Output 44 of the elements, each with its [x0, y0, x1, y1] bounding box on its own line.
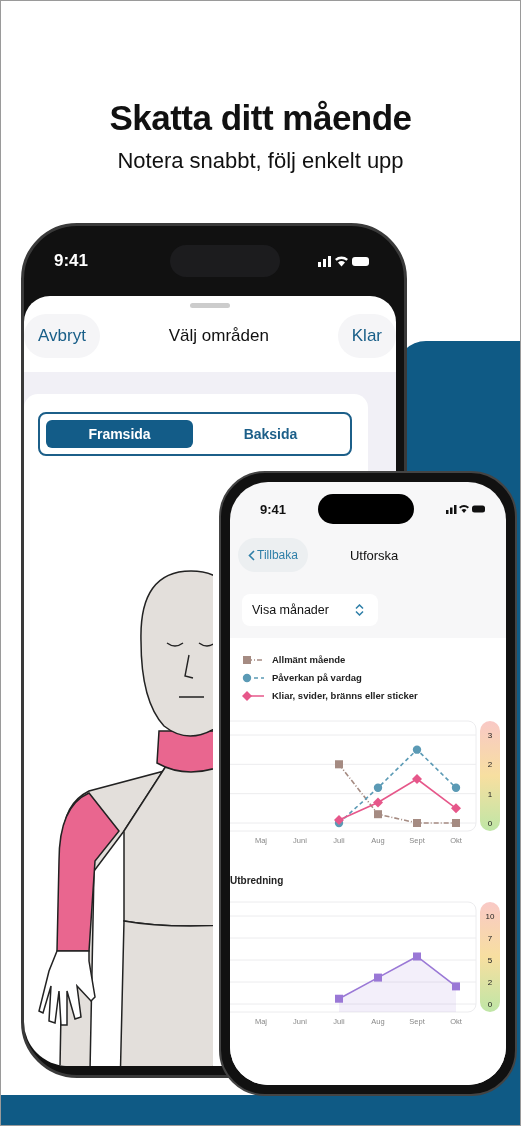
- status-time: 9:41: [260, 501, 287, 517]
- legend-label: Allmänt mående: [272, 654, 346, 665]
- subheadline: Notera snabbt, följ enkelt upp: [116, 148, 405, 174]
- legend-label: Kliar, svider, bränns eller sticker: [272, 690, 418, 701]
- data-point: [451, 783, 461, 792]
- data-point: [452, 819, 460, 827]
- segment-tab[interactable]: Framsida: [46, 420, 193, 448]
- headline: Skatta ditt mående: [108, 98, 413, 138]
- period-picker[interactable]: Visa månader: [242, 594, 378, 626]
- data-point: [412, 745, 422, 754]
- data-point: [335, 994, 343, 1003]
- data-point: [452, 982, 460, 991]
- up-down-chevron-icon: [354, 604, 364, 616]
- axis-tick-label: 1: [487, 789, 493, 799]
- status-time: 9:41: [54, 251, 90, 271]
- legend-label: Påverkan på vardag: [272, 672, 362, 683]
- segment-tab[interactable]: Baksida: [197, 420, 344, 448]
- axis-tick-label: 3: [487, 731, 493, 740]
- data-point: [373, 783, 383, 792]
- data-point: [374, 973, 382, 982]
- data-point: [412, 774, 422, 784]
- data-point: [335, 760, 343, 769]
- back-button[interactable]: Tillbaka: [238, 538, 308, 572]
- axis-tick-label: 2: [487, 760, 493, 770]
- status-icons: [318, 254, 370, 268]
- data-point: [374, 810, 382, 819]
- sheet-handle[interactable]: [190, 303, 230, 308]
- done-button[interactable]: Klar: [337, 314, 396, 358]
- axis-tick-label: 0: [487, 1000, 493, 1009]
- axis-tick-label: 5: [487, 956, 493, 965]
- chart-title: Utbredning: [230, 874, 285, 888]
- axis-tick-label: 10: [485, 912, 495, 921]
- data-point: [413, 819, 421, 827]
- axis-tick-label: 0: [487, 819, 493, 828]
- status-icons: [446, 503, 486, 515]
- data-point: [413, 952, 421, 961]
- cancel-button[interactable]: Avbryt: [24, 314, 100, 358]
- screen-title: Utforska: [348, 547, 399, 563]
- axis-tick-label: 7: [487, 934, 493, 943]
- chevron-left-icon: [248, 549, 255, 561]
- axis-tick-label: 2: [487, 978, 493, 987]
- data-point: [451, 803, 461, 814]
- data-point: [373, 797, 383, 808]
- screen-title: Välj områden: [168, 326, 269, 346]
